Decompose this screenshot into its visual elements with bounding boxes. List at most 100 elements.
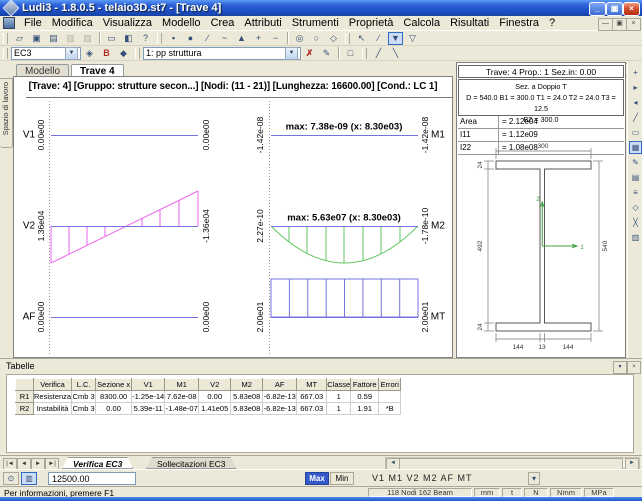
- add-button[interactable]: +: [251, 32, 266, 45]
- menu-risultati[interactable]: Risultati: [445, 17, 494, 29]
- menu-calcola[interactable]: Calcola: [398, 17, 445, 29]
- dim-bot-left: 144: [513, 344, 524, 351]
- material-button[interactable]: B: [99, 47, 114, 60]
- workspace-panel-tab-label: Spazio di lavoro: [1, 82, 10, 135]
- new-window-button[interactable]: □: [343, 47, 358, 60]
- beam-tool-button[interactable]: ●: [183, 32, 198, 45]
- probe-tool-button[interactable]: ▲: [234, 32, 249, 45]
- chevron-down-icon[interactable]: ▼: [285, 47, 298, 60]
- menu-modello[interactable]: Modello: [157, 17, 206, 29]
- remove-button[interactable]: −: [268, 32, 283, 45]
- zoom-in-button[interactable]: ◎: [292, 32, 307, 45]
- min-button[interactable]: Min: [330, 472, 354, 485]
- title-bar: Ludi3 - 1.8.0.5 - telaio3D.st7 - [Trave …: [0, 0, 642, 16]
- status-unit-length: mm: [474, 488, 500, 497]
- arc-tool-button[interactable]: ~: [217, 32, 232, 45]
- preview-button[interactable]: ▭: [104, 32, 119, 45]
- fields-dropdown-icon[interactable]: ▾: [528, 472, 540, 485]
- max-button[interactable]: Max: [305, 472, 329, 485]
- col-header-v2: V2: [199, 379, 231, 391]
- mdi-close-button[interactable]: ×: [626, 18, 641, 31]
- zoom-out-button[interactable]: ○: [309, 32, 324, 45]
- menu-strumenti[interactable]: Strumenti: [287, 17, 344, 29]
- light-off-button[interactable]: ▽: [405, 32, 420, 45]
- menu-attributi[interactable]: Attributi: [239, 17, 286, 29]
- minimize-button[interactable]: _: [589, 2, 606, 16]
- help-button[interactable]: ?: [138, 32, 153, 45]
- edit-tool-icon[interactable]: ✎: [629, 156, 642, 169]
- separator: [287, 32, 288, 44]
- row-header-r1[interactable]: R1: [16, 391, 34, 403]
- line-tool-button[interactable]: ∕: [200, 32, 215, 45]
- sheet-tab-sollecitazioni-ec3[interactable]: Sollecitazioni EC3: [146, 457, 237, 469]
- mdi-minimize-button[interactable]: —: [598, 18, 613, 31]
- options-button[interactable]: ◧: [121, 32, 136, 45]
- section-button[interactable]: ◆: [116, 47, 131, 60]
- rect-tool-icon[interactable]: ▭: [629, 126, 642, 139]
- modify-button[interactable]: ∕: [371, 32, 386, 45]
- code-combobox[interactable]: EC3 ▼: [11, 47, 81, 60]
- light-on-button[interactable]: ▼: [388, 32, 403, 45]
- probe-position-icon[interactable]: ⊙: [3, 472, 19, 485]
- toolbar-grip[interactable]: [3, 48, 8, 59]
- zoom-window-button[interactable]: ◇: [326, 32, 341, 45]
- node-tool-button[interactable]: ▪: [166, 32, 181, 45]
- diagonal-view-button[interactable]: ╱: [371, 47, 386, 60]
- menu-visualizza[interactable]: Visualizza: [98, 17, 157, 29]
- menu-file[interactable]: File: [19, 17, 47, 29]
- fit-tool-icon[interactable]: ◇: [629, 201, 642, 214]
- status-model-counts: 118 Nodi 162 Beam: [368, 488, 472, 497]
- delete-tool-icon[interactable]: ╳: [629, 216, 642, 229]
- menu-modifica[interactable]: Modifica: [47, 17, 98, 29]
- property-value: = 1.12e09: [502, 129, 538, 141]
- tabelle-close-icon[interactable]: ×: [627, 361, 641, 374]
- menu-finestra[interactable]: Finestra: [494, 17, 544, 29]
- diagram-toolbar: ⊙ ▥ 12500.00 Max Min V1 M1 V2 M2 AF MT ▾: [0, 469, 642, 486]
- grid-tool-icon[interactable]: ▦: [629, 141, 642, 154]
- tabelle-collapse-icon[interactable]: ▾: [613, 361, 627, 374]
- tabelle-panel: Tabelle ▾ × Verifica L.C. Sezione x V1 M…: [0, 358, 642, 455]
- separator: [99, 32, 100, 44]
- row-header-r2[interactable]: R2: [16, 403, 34, 415]
- toolbar-grip[interactable]: [362, 48, 367, 59]
- property-value: = 2.12e04: [502, 116, 538, 128]
- horizontal-scrollbar[interactable]: ◄ ►: [385, 457, 640, 469]
- restore-button[interactable]: ▣: [606, 2, 623, 16]
- toolbar-grip[interactable]: [345, 33, 350, 44]
- position-input[interactable]: 12500.00: [48, 472, 136, 485]
- toolbar-grip[interactable]: [3, 33, 8, 44]
- application-window: Ludi3 - 1.8.0.5 - telaio3D.st7 - [Trave …: [0, 0, 642, 501]
- workspace-panel-tab[interactable]: Spazio di lavoro: [0, 78, 13, 148]
- chevron-down-icon[interactable]: ▼: [65, 47, 78, 60]
- menu-crea[interactable]: Crea: [206, 17, 240, 29]
- tabelle-content: Verifica L.C. Sezione x V1 M1 V2 M2 AF M…: [6, 374, 634, 453]
- edit-case-button[interactable]: ✎: [319, 47, 334, 60]
- open-button[interactable]: ▱: [12, 32, 27, 45]
- zoom-in-tool-icon[interactable]: ▸: [629, 81, 642, 94]
- layers-tool-icon[interactable]: ▤: [629, 171, 642, 184]
- zoom-out-tool-icon[interactable]: ◂: [629, 96, 642, 109]
- diagonal-view-button-2[interactable]: ╲: [388, 47, 403, 60]
- line-tool-icon[interactable]: ╱: [629, 111, 642, 124]
- menu-bar: File Modifica Visualizza Modello Crea At…: [0, 16, 642, 31]
- table-tool-icon[interactable]: ▥: [629, 231, 642, 244]
- toolbar-grip[interactable]: [157, 33, 162, 44]
- delete-case-button[interactable]: ✗: [302, 47, 317, 60]
- beam-diagram-canvas[interactable]: [Trave: 4] [Gruppo: strutture secon...] …: [13, 76, 453, 358]
- mdi-restore-button[interactable]: ▣: [612, 18, 627, 31]
- close-button[interactable]: ×: [623, 2, 640, 16]
- cross-section-drawing: 300 24 492 24 540 144 13 144 2 1: [460, 141, 624, 353]
- toolbar-grip[interactable]: [135, 48, 140, 59]
- diagram-mode-icon[interactable]: ▥: [21, 472, 37, 485]
- load-case-combobox[interactable]: 1: pp struttura ▼: [143, 47, 301, 60]
- menu-proprieta[interactable]: Proprietà: [344, 17, 399, 29]
- select-tool-icon[interactable]: +: [629, 66, 642, 79]
- view-config-button[interactable]: ◈: [82, 47, 97, 60]
- sheet-tab-verifica-ec3[interactable]: Verifica EC3: [62, 457, 133, 469]
- mt-label: MT: [431, 312, 445, 323]
- save-button[interactable]: ▣: [29, 32, 44, 45]
- list-tool-icon[interactable]: ≡: [629, 186, 642, 199]
- copy-button[interactable]: ▤: [46, 32, 61, 45]
- menu-help[interactable]: ?: [544, 17, 560, 29]
- select-button[interactable]: ↖: [354, 32, 369, 45]
